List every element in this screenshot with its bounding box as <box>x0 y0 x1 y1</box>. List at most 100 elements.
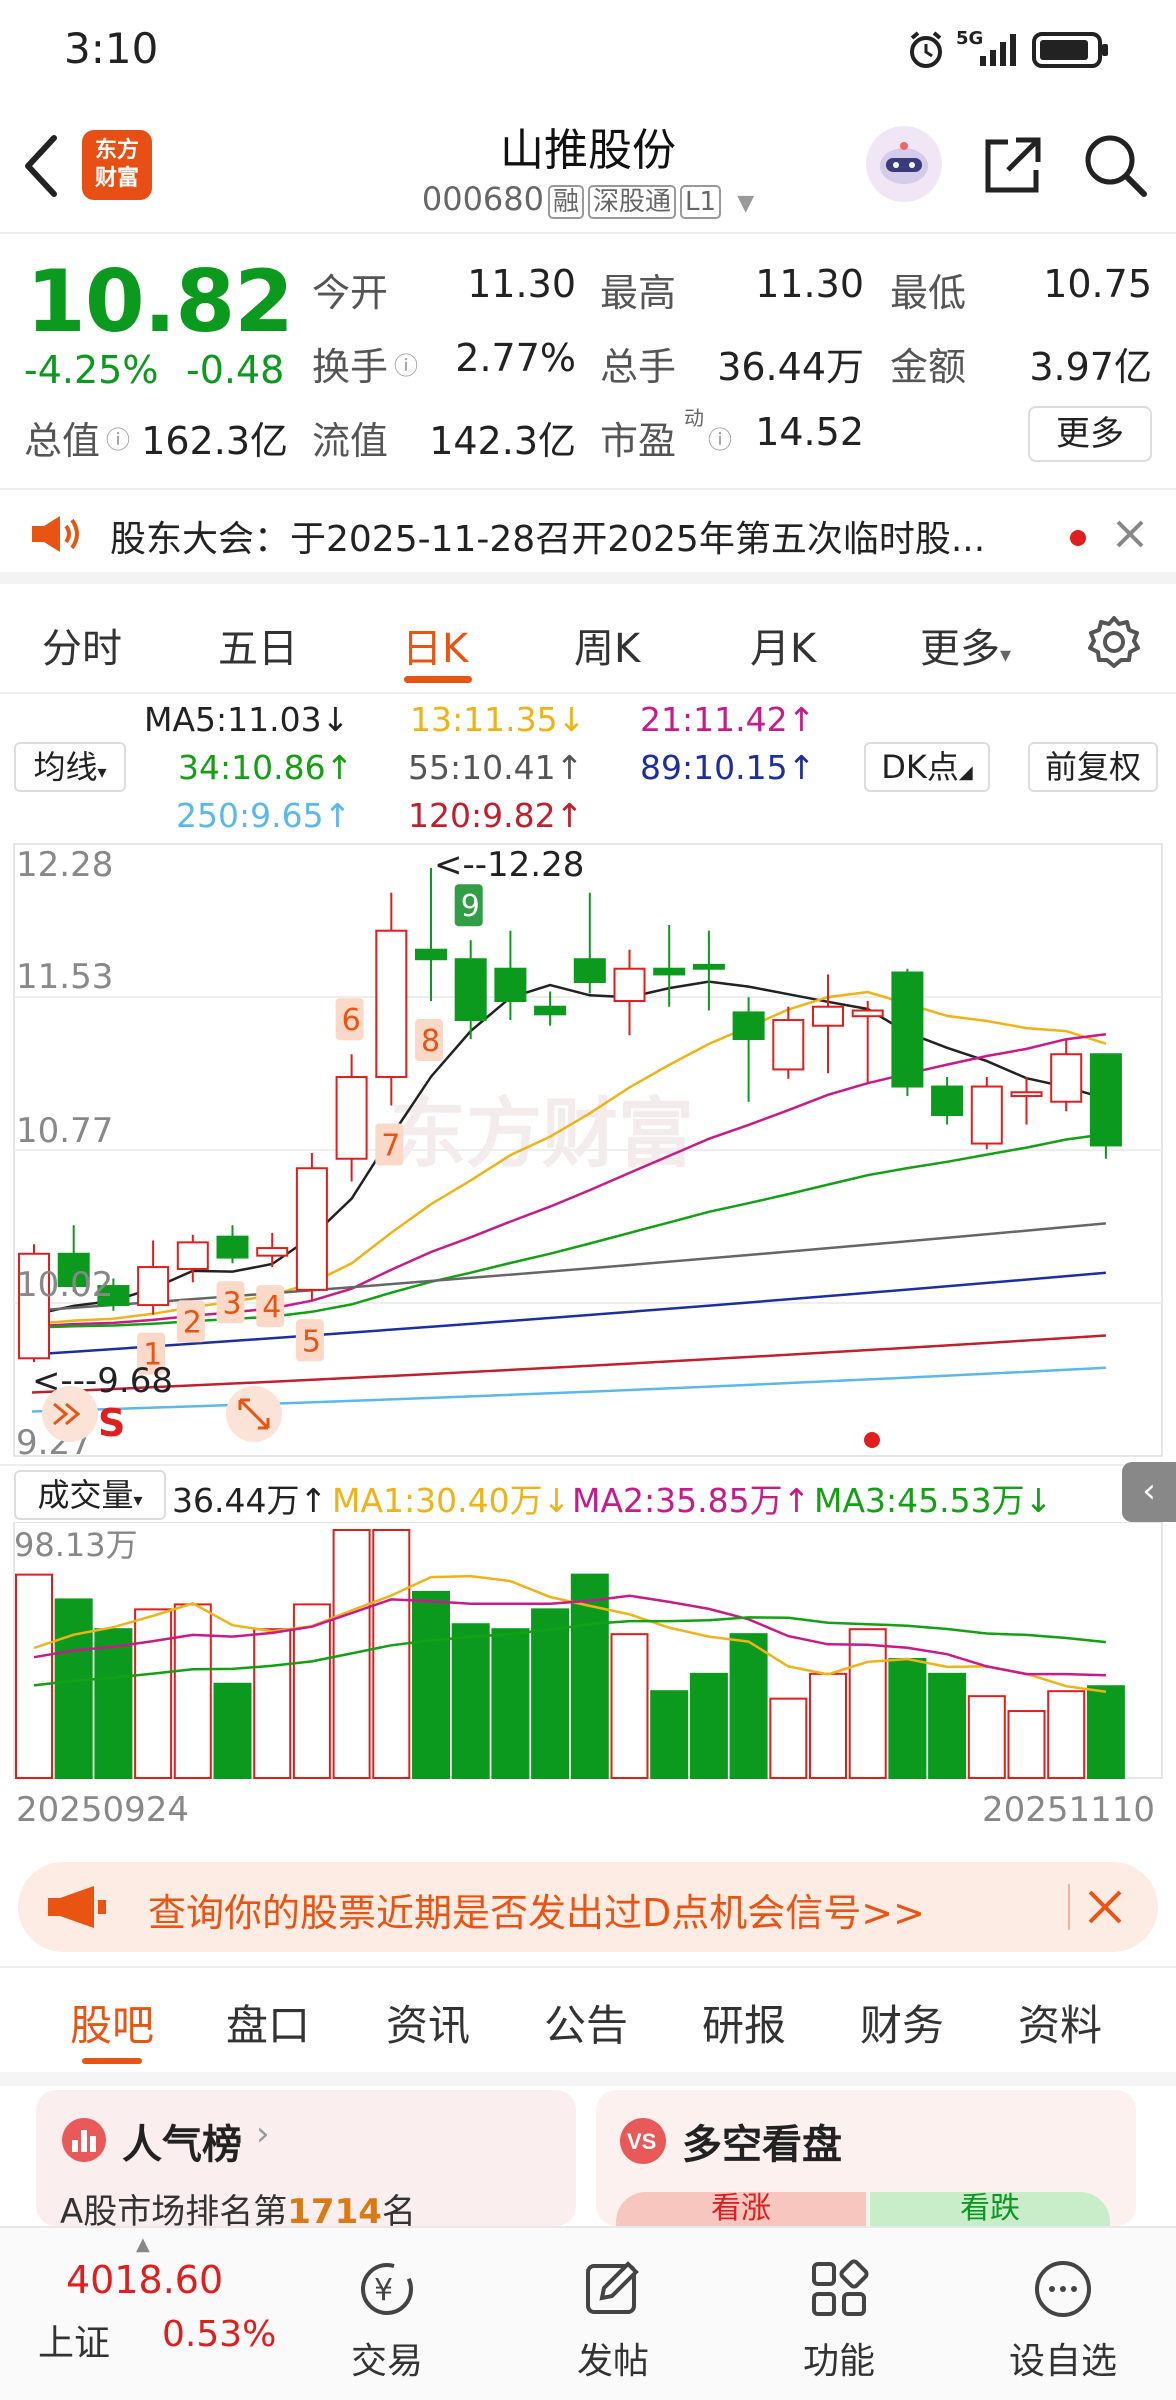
volume-bar <box>451 1623 490 1779</box>
volume-label: 总手 <box>600 345 677 389</box>
tab-daily-k[interactable]: 日K <box>402 616 468 674</box>
adjust-button[interactable]: 前复权 <box>1028 742 1158 792</box>
volume-bar <box>94 1628 133 1779</box>
turnover-info-icon[interactable]: ⓘ <box>394 346 418 381</box>
candle-body <box>494 967 527 1003</box>
settings-gear-icon[interactable] <box>1086 614 1142 670</box>
candle-body <box>613 967 646 1003</box>
candle-body <box>295 1167 328 1291</box>
volume-indicator-selector[interactable]: 成交量▾ <box>14 1470 166 1520</box>
dk-point-button[interactable]: DK点◢ <box>864 742 990 792</box>
volume-bar <box>253 1628 292 1779</box>
nav-trade[interactable]: 交易 <box>312 2332 462 2384</box>
volume-bar <box>54 1598 93 1779</box>
tab-research[interactable]: 研报 <box>702 1992 786 2053</box>
kline-chart[interactable]: 东方财富 123 456789 12.28 11.53 10.77 10.02 9… <box>0 840 1176 1470</box>
candle <box>137 1240 170 1315</box>
low-label: 最低 <box>890 271 967 315</box>
candle <box>335 1054 368 1182</box>
tab-profile[interactable]: 资料 <box>1018 1992 1102 2053</box>
tab-more[interactable]: 更多▾ <box>920 616 1011 674</box>
bear-button[interactable]: 看跌 <box>870 2192 1110 2226</box>
volume-bar <box>412 1591 450 1779</box>
high-label: 最高 <box>600 271 677 315</box>
nav-watchlist[interactable]: 设自选 <box>988 2332 1138 2384</box>
tab-intraday[interactable]: 分时 <box>42 616 122 674</box>
notice-bar[interactable]: 股东大会：于2025-11-28召开2025年第五次临时股... <box>0 488 1176 584</box>
divider <box>0 1966 1176 1968</box>
svg-text:¥: ¥ <box>374 2273 393 2308</box>
collapse-panel-icon[interactable]: ‹ <box>1122 1462 1176 1522</box>
volume-bar <box>809 1672 847 1779</box>
tab-weekly-k[interactable]: 周K <box>574 616 640 674</box>
expand-arrows-icon[interactable] <box>226 1386 282 1442</box>
tab-monthly-k[interactable]: 月K <box>750 616 816 674</box>
watchlist-icon[interactable] <box>988 2256 1138 2326</box>
candle <box>653 925 686 1007</box>
candle <box>454 940 487 1040</box>
tab-more-label: 更多 <box>920 626 1000 672</box>
banner-close-icon[interactable] <box>1086 1888 1124 1926</box>
index-change[interactable]: 0.53% <box>162 2314 276 2355</box>
ma55-label: 55:10.41↑ <box>408 748 584 787</box>
battery-icon <box>1032 32 1108 68</box>
nav-functions[interactable]: 功能 <box>764 2332 914 2384</box>
candle <box>613 949 646 1036</box>
candle-body <box>891 971 924 1088</box>
volume-bar <box>1086 1685 1125 1780</box>
sell-signal-marker[interactable]: S <box>98 1401 125 1445</box>
bull-button[interactable]: 看涨 <box>616 2192 866 2226</box>
candle <box>891 968 924 1097</box>
ma-selector-button[interactable]: 均线▾ <box>14 742 126 792</box>
dropdown-caret-icon[interactable]: ▼ <box>737 191 754 216</box>
share-icon[interactable] <box>982 134 1044 196</box>
candle-body <box>970 1085 1003 1145</box>
rank-number: 1714 <box>287 2192 382 2226</box>
tab-financials[interactable]: 财务 <box>860 1992 944 2053</box>
info-icon[interactable]: ⓘ <box>106 420 130 455</box>
vol-ma3-label: MA3:45.53万↓ <box>814 1481 1053 1520</box>
float-label: 流值 <box>312 419 389 463</box>
tab-more-caret-icon: ▾ <box>1000 643 1012 668</box>
volume-bar <box>292 1603 331 1780</box>
more-quote-button[interactable]: 更多 <box>1028 406 1152 462</box>
current-price: 10.82 <box>26 252 294 352</box>
signal-dot <box>864 1432 880 1448</box>
search-icon[interactable] <box>1082 132 1148 198</box>
popularity-card[interactable]: 人气榜 › A股市场排名第1714名 <box>36 2090 576 2226</box>
svg-text:VS: VS <box>627 2129 656 2154</box>
candle <box>851 1001 884 1083</box>
post-icon[interactable] <box>538 2256 688 2326</box>
tab-order-book[interactable]: 盘口 <box>226 1992 310 2053</box>
tab-news[interactable]: 资讯 <box>386 1992 470 2053</box>
tab-announcements[interactable]: 公告 <box>544 1992 628 2053</box>
candle <box>1089 1053 1122 1159</box>
count-label: 9 <box>461 889 480 924</box>
dk-signal-banner[interactable]: 查询你的股票近期是否发出过D点机会信号>> <box>18 1862 1158 1952</box>
candle-body <box>1050 1053 1083 1103</box>
candle-body <box>692 963 725 970</box>
bull-bear-card[interactable]: VS 多空看盘 看涨 看跌 <box>596 2090 1136 2226</box>
volume-value: 36.44万 <box>717 345 864 389</box>
trade-icon[interactable]: ¥ <box>312 2256 462 2326</box>
index-value[interactable]: 4018.60 <box>66 2258 223 2302</box>
open-label: 今开 <box>312 271 389 315</box>
y-axis-2: 11.53 <box>16 957 113 997</box>
stock-header: 东方 财富 山推股份 000680 融深股通 L1 ▼ <box>0 100 1176 230</box>
date-end: 20251110 <box>982 1790 1156 1830</box>
vol-value-label: 36.44万↑ <box>172 1481 328 1520</box>
index-name[interactable]: 上证 <box>38 2314 110 2366</box>
assistant-robot-icon[interactable] <box>866 126 942 202</box>
bottom-navigation: ▲ 4018.60 上证 0.53% ¥ 交易 发帖 功能 设自选 <box>0 2226 1176 2400</box>
candle <box>772 1006 805 1079</box>
tab-guba[interactable]: 股吧 <box>70 1992 154 2053</box>
candle-body <box>415 948 447 961</box>
tab-five-day[interactable]: 五日 <box>218 616 298 674</box>
close-icon[interactable] <box>1114 518 1146 550</box>
volume-chart[interactable]: 98.13万 <box>0 1522 1176 1784</box>
banner-divider <box>1068 1884 1070 1930</box>
double-chevron-icon[interactable] <box>42 1386 98 1442</box>
nav-post[interactable]: 发帖 <box>538 2332 688 2384</box>
functions-icon[interactable] <box>764 2256 914 2326</box>
tag-margin: 融 <box>548 185 585 219</box>
